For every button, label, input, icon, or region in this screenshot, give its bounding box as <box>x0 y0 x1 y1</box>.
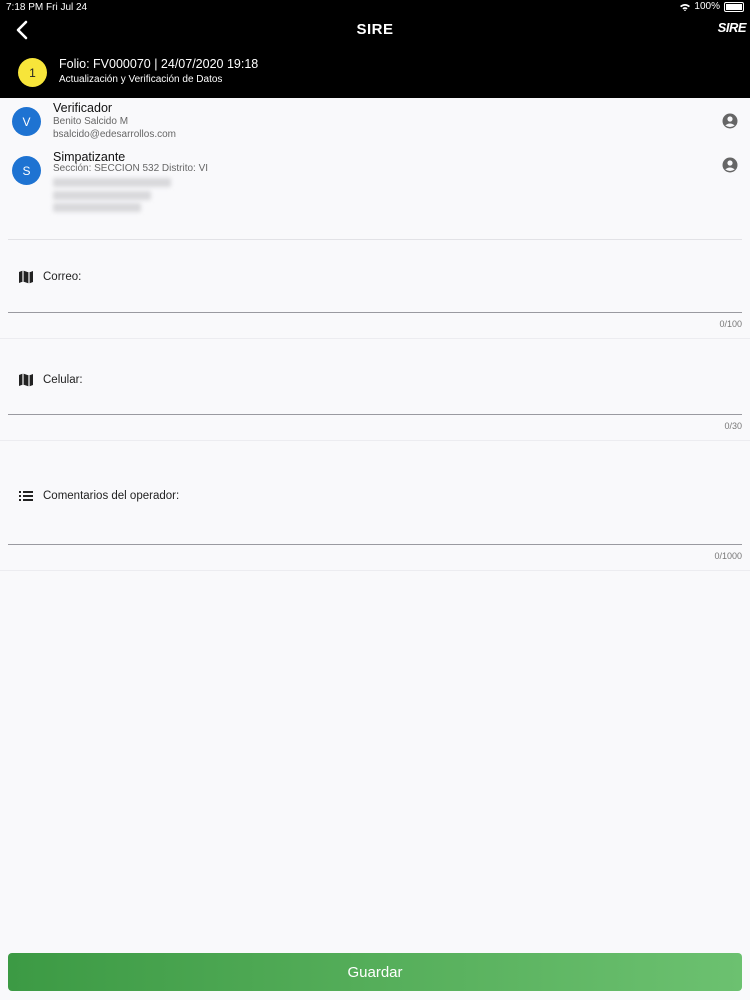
account-circle-icon[interactable] <box>722 157 738 173</box>
correo-label: Correo: <box>43 271 82 283</box>
correo-input[interactable] <box>8 286 742 313</box>
simpatizante-role: Simpatizante <box>53 150 126 164</box>
map-icon <box>19 373 33 387</box>
page-title: SIRE <box>356 21 394 38</box>
simpatizante-detail: Sección: SECCION 532 Distrito: VI <box>53 163 209 174</box>
battery-icon <box>724 1 744 12</box>
account-circle-icon[interactable] <box>722 113 738 129</box>
comentarios-input[interactable] <box>8 518 742 545</box>
verificador-avatar: V <box>12 107 41 136</box>
save-button[interactable]: Guardar <box>8 953 742 991</box>
comentarios-label: Comentarios del operador: <box>43 490 180 502</box>
section-separator <box>0 338 750 339</box>
celular-input[interactable] <box>8 388 742 415</box>
redacted-line <box>53 178 171 187</box>
section-separator <box>0 440 750 441</box>
redacted-line <box>53 203 141 212</box>
redacted-line <box>53 191 151 200</box>
battery-percent: 100% <box>694 1 720 12</box>
status-date: Fri Jul 24 <box>46 2 88 13</box>
celular-counter: 0/30 <box>724 421 742 431</box>
top-bar: 7:18 PM Fri Jul 24 100% SIRE SIRE 1 Foli… <box>0 0 750 98</box>
status-indicators: 100% <box>680 1 744 12</box>
map-icon <box>19 270 33 284</box>
wifi-icon <box>680 3 691 11</box>
folio-subtitle: Actualización y Verificación de Datos <box>59 74 223 85</box>
status-time: 7:18 PM <box>6 2 44 13</box>
verificador-email: bsalcido@edesarrollos.com <box>53 129 176 140</box>
simpatizante-avatar: S <box>12 156 41 185</box>
app-logo: SIRE <box>717 20 747 35</box>
section-separator <box>0 570 750 571</box>
list-icon <box>19 491 33 501</box>
celular-label: Celular: <box>43 374 83 386</box>
folio-title: Folio: FV000070 | 24/07/2020 19:18 <box>59 57 259 71</box>
correo-counter: 0/100 <box>719 319 742 329</box>
folio-step-badge: 1 <box>18 58 47 87</box>
verificador-role: Verificador <box>53 101 113 115</box>
comentarios-counter: 0/1000 <box>714 551 742 561</box>
divider <box>8 239 742 240</box>
verificador-name: Benito Salcido M <box>53 116 129 127</box>
